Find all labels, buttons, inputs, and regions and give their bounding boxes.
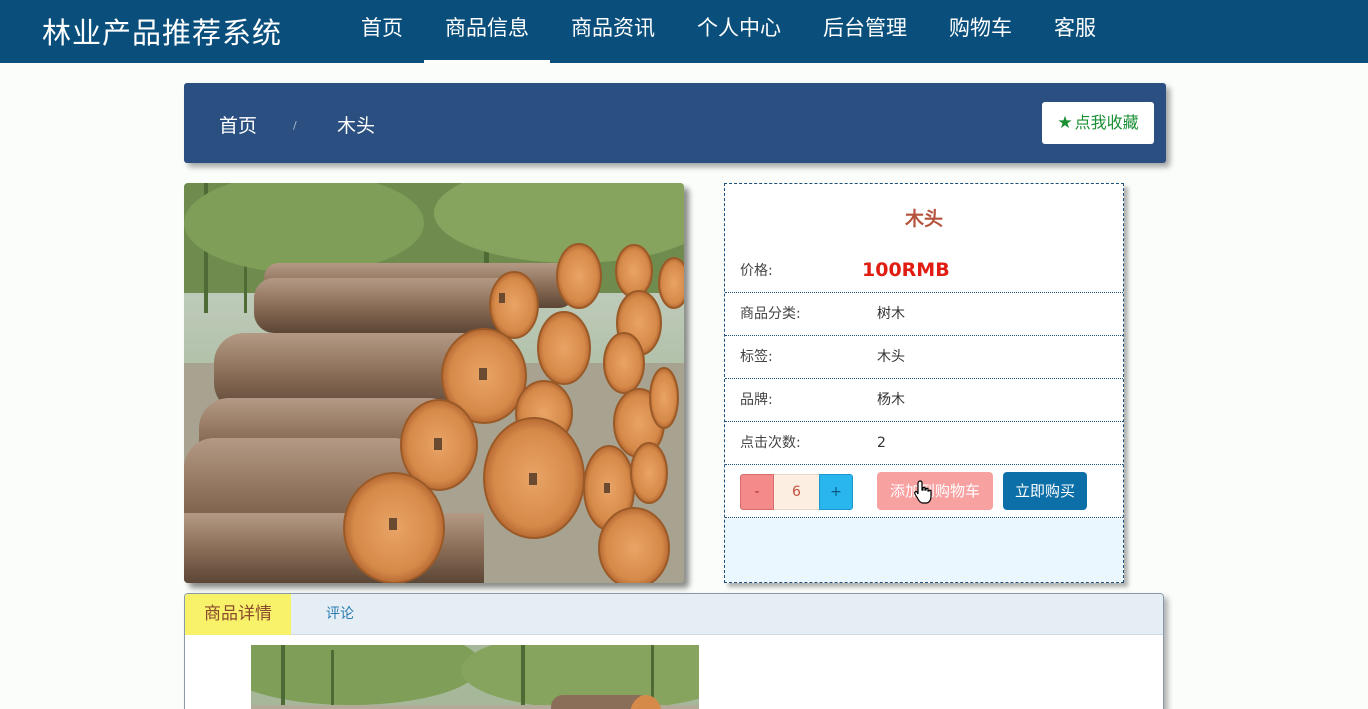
- tab-product-detail[interactable]: 商品详情: [185, 594, 291, 635]
- nav-news[interactable]: 商品资讯: [550, 0, 676, 63]
- tag-label: 标签:: [740, 349, 773, 365]
- info-footer: [725, 518, 1123, 582]
- add-to-cart-button[interactable]: 添加到购物车: [877, 472, 993, 510]
- price-value: 100RMB: [862, 259, 950, 281]
- buy-now-button[interactable]: 立即购买: [1003, 472, 1087, 510]
- category-value: 树木: [877, 306, 905, 322]
- tag-row: 标签: 木头: [725, 336, 1123, 379]
- logs-photo: [184, 183, 684, 583]
- top-navbar: 林业产品推荐系统 首页 商品信息 商品资讯 个人中心 后台管理 购物车 客服: [0, 0, 1368, 63]
- brand-value: 杨木: [877, 392, 905, 408]
- breadcrumb-current: 木头: [337, 115, 376, 137]
- price-row: 价格: 100RMB: [725, 250, 1123, 293]
- nav-service[interactable]: 客服: [1033, 0, 1117, 63]
- star-icon: ★: [1057, 113, 1073, 133]
- detail-tabs: 商品详情 评论: [185, 594, 1163, 635]
- nav-home[interactable]: 首页: [340, 0, 424, 63]
- tag-value: 木头: [877, 349, 905, 365]
- breadcrumb: 首页 / 木头 ★ 点我收藏: [184, 83, 1166, 163]
- clicks-value: 2: [877, 435, 886, 451]
- quantity-input[interactable]: 6: [774, 474, 819, 510]
- product-name: 木头: [904, 208, 943, 230]
- site-title: 林业产品推荐系统: [42, 16, 283, 50]
- category-label: 商品分类:: [740, 306, 801, 322]
- quantity-increase-button[interactable]: +: [819, 474, 853, 510]
- brand-label: 品牌:: [740, 392, 773, 408]
- breadcrumb-home[interactable]: 首页: [219, 111, 257, 138]
- breadcrumb-separator: /: [293, 119, 297, 132]
- favorite-label: 点我收藏: [1074, 113, 1139, 132]
- favorite-button[interactable]: ★ 点我收藏: [1042, 102, 1154, 144]
- nav-profile[interactable]: 个人中心: [676, 0, 802, 63]
- main-nav: 首页 商品信息 商品资讯 个人中心 后台管理 购物车 客服: [340, 0, 1117, 63]
- clicks-row: 点击次数: 2: [725, 422, 1123, 465]
- detail-photo: [251, 645, 699, 709]
- detail-panel: 商品详情 评论: [184, 593, 1164, 709]
- detail-image: [251, 645, 699, 709]
- quantity-decrease-button[interactable]: -: [740, 474, 774, 510]
- tab-comments[interactable]: 评论: [326, 594, 354, 635]
- hand-cursor-icon: [914, 480, 932, 504]
- brand-row: 品牌: 杨木: [725, 379, 1123, 422]
- nav-products[interactable]: 商品信息: [424, 0, 550, 63]
- nav-cart[interactable]: 购物车: [928, 0, 1033, 63]
- nav-admin[interactable]: 后台管理: [802, 0, 928, 63]
- purchase-row: - 6 + 添加到购物车 立即购买: [725, 465, 1123, 518]
- price-label: 价格:: [740, 263, 773, 279]
- category-row: 商品分类: 树木: [725, 293, 1123, 336]
- product-image: [184, 183, 684, 583]
- clicks-label: 点击次数:: [740, 435, 801, 451]
- product-info-panel: 木头 价格: 100RMB 商品分类: 树木 标签: 木头 品牌: 杨木 点击次…: [724, 183, 1124, 583]
